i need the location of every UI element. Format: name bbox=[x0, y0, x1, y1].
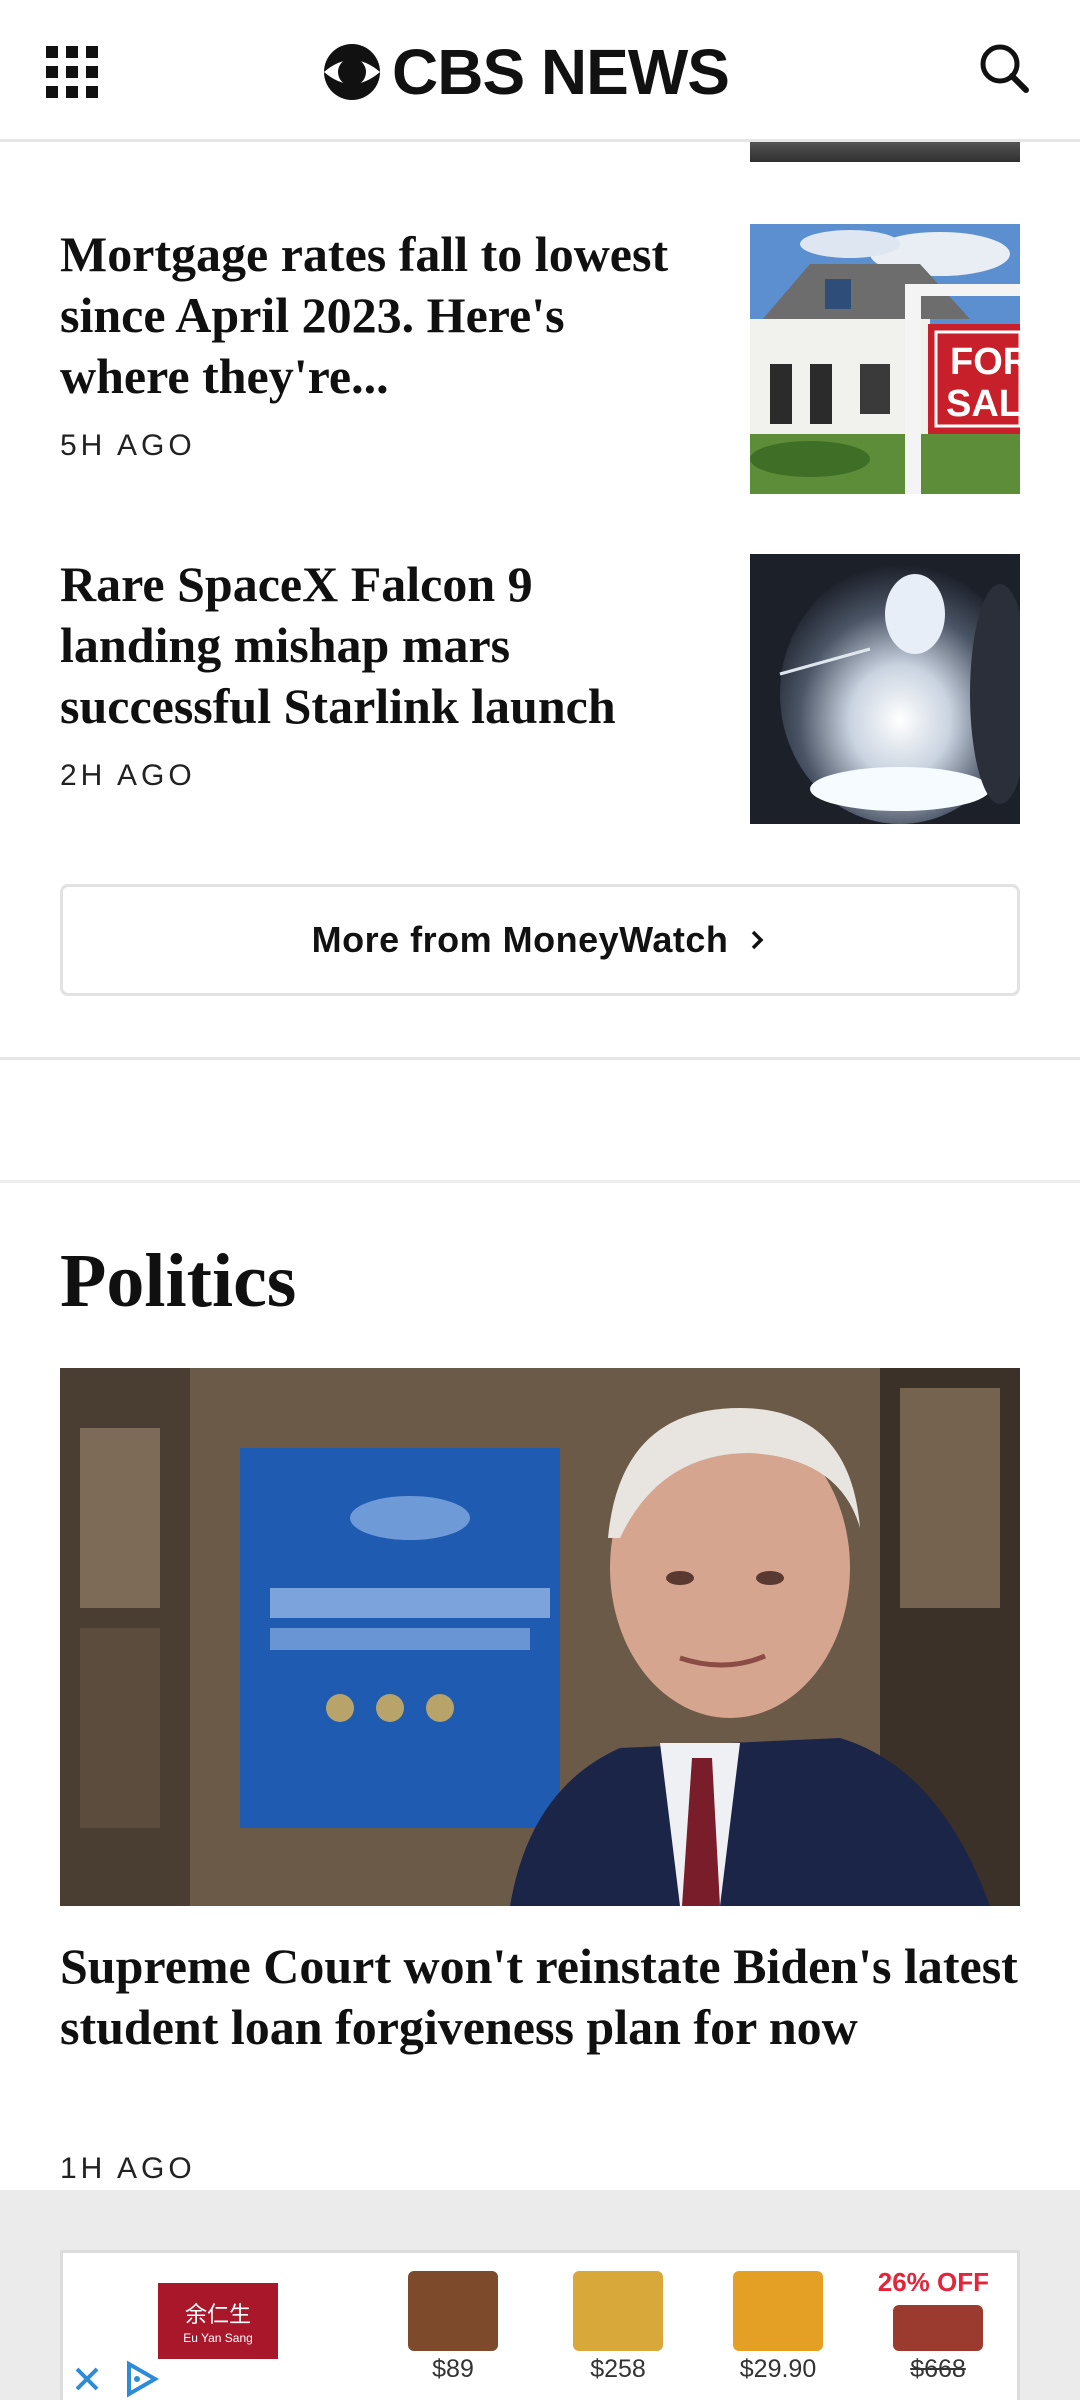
story-item[interactable]: Rare SpaceX Falcon 9 landing mishap mars… bbox=[60, 554, 1020, 824]
section-title-politics[interactable]: Politics bbox=[60, 1236, 296, 1326]
ad-brand-logo[interactable]: 余仁生 Eu Yan Sang bbox=[158, 2283, 278, 2359]
svg-text:SAL: SAL bbox=[946, 383, 1020, 425]
ad-brand-english: Eu Yan Sang bbox=[183, 2331, 253, 2345]
story-item[interactable]: Mortgage rates fall to lowest since Apri… bbox=[60, 224, 1020, 494]
cbs-news-logo[interactable]: CBS NEWS bbox=[322, 34, 730, 110]
ad-product-price: $89 bbox=[432, 2355, 474, 2383]
adchoices-icon[interactable] bbox=[121, 2359, 161, 2399]
logo-text: CBS NEWS bbox=[392, 36, 730, 108]
search-icon[interactable] bbox=[976, 40, 1032, 96]
ad-discount-label: 26% OFF bbox=[877, 2267, 989, 2297]
cbs-eye-icon bbox=[324, 44, 380, 100]
chevron-right-icon bbox=[752, 930, 764, 950]
lead-story-timestamp: 1H AGO bbox=[60, 2152, 196, 2185]
ad-product-price: $258 bbox=[590, 2355, 646, 2383]
ad-close-icon[interactable] bbox=[69, 2361, 105, 2397]
story-thumbnail[interactable] bbox=[750, 554, 1020, 824]
grid-menu-icon[interactable] bbox=[46, 46, 98, 98]
story-thumbnail[interactable]: FOR SAL bbox=[750, 224, 1020, 494]
section-divider bbox=[0, 1057, 1080, 1060]
lead-story-title[interactable]: Supreme Court won't reinstate Biden's la… bbox=[60, 1936, 1020, 2058]
rocket-launch-image bbox=[750, 554, 1020, 824]
story-title[interactable]: Mortgage rates fall to lowest since Apri… bbox=[60, 224, 700, 407]
ad-brand-chinese: 余仁生 bbox=[184, 2303, 251, 2328]
ad-product-price: $29.90 bbox=[739, 2355, 817, 2383]
lead-story-image[interactable] bbox=[60, 1368, 1020, 1906]
ad-product-price: $668 bbox=[910, 2355, 966, 2383]
ad-product[interactable]: $29.90 bbox=[718, 2265, 838, 2385]
story-title[interactable]: Rare SpaceX Falcon 9 landing mishap mars… bbox=[60, 554, 700, 737]
banner-ad[interactable]: 余仁生 Eu Yan Sang $89 $258 $29.90 $668 26%… bbox=[60, 2250, 1020, 2400]
house-for-sale-image: FOR SAL bbox=[750, 224, 1020, 494]
biden-portrait-image bbox=[60, 1368, 1020, 1906]
top-nav-bar: CBS NEWS bbox=[0, 0, 1080, 142]
ad-product[interactable]: $89 bbox=[393, 2265, 513, 2385]
ad-product[interactable]: $258 bbox=[558, 2265, 678, 2385]
more-button-label: More from MoneyWatch bbox=[311, 919, 729, 960]
svg-text:FOR: FOR bbox=[950, 341, 1020, 383]
section-divider bbox=[0, 1180, 1080, 1183]
more-from-moneywatch-button[interactable]: More from MoneyWatch bbox=[60, 884, 1020, 996]
